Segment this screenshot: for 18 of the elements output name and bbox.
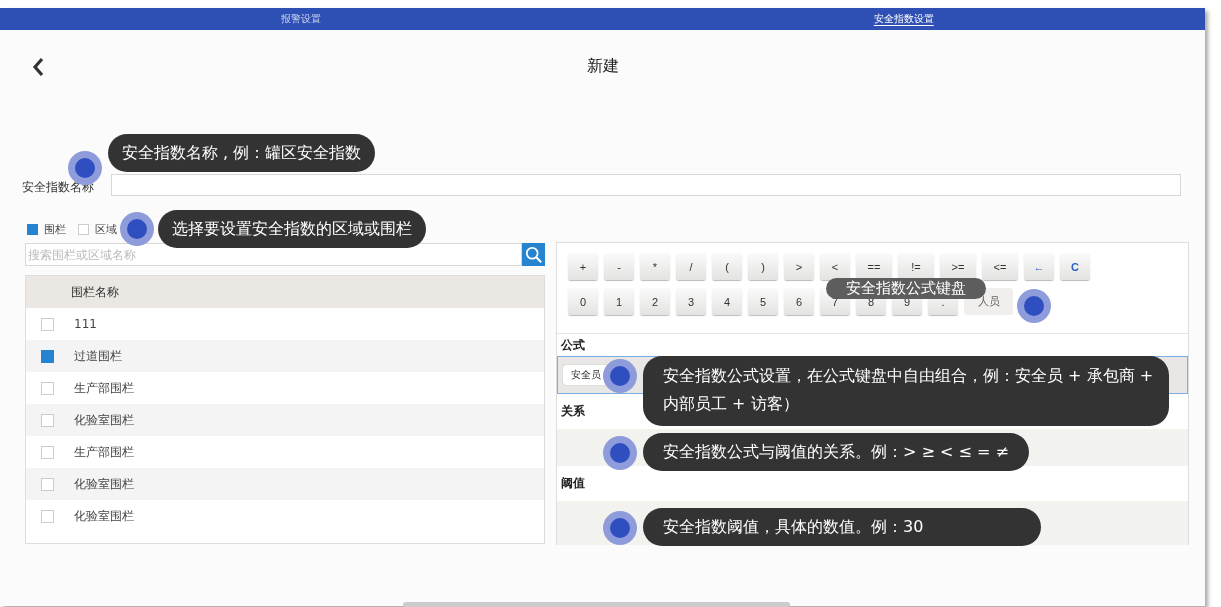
- section-label: 关系: [560, 403, 586, 420]
- tooltip: 安全指数公式与阈值的关系。例：> ≥ < ≤ = ≠: [643, 433, 1029, 471]
- tooltip: 安全指数公式键盘: [826, 278, 986, 299]
- tooltip: 安全指数阈值，具体的数值。例：30: [643, 508, 1041, 546]
- section-label: 阈值: [560, 475, 586, 492]
- section-label: 公式: [560, 337, 586, 354]
- table-cell: 生产部围栏: [74, 379, 134, 397]
- table-cell: 111: [74, 317, 97, 331]
- table-cell: 过道围栏: [74, 347, 122, 365]
- page-title: 新建: [586, 55, 619, 77]
- tooltip: 选择要设置安全指数的区域或围栏: [158, 210, 426, 248]
- table-cell: 化验室围栏: [74, 475, 134, 493]
- table-cell: 化验室围栏: [74, 507, 134, 525]
- table-cell: 化验室围栏: [74, 411, 134, 429]
- column-header: 围栏名称: [71, 283, 119, 301]
- tooltip: 安全指数名称 , 例：罐区安全指数: [108, 134, 376, 172]
- table-cell: 生产部围栏: [74, 443, 134, 461]
- tooltip: 安全指数公式设置，在公式键盘中自由组合，例：安全员 + 承包商 + 内部员工 + 访客）: [643, 356, 1169, 426]
